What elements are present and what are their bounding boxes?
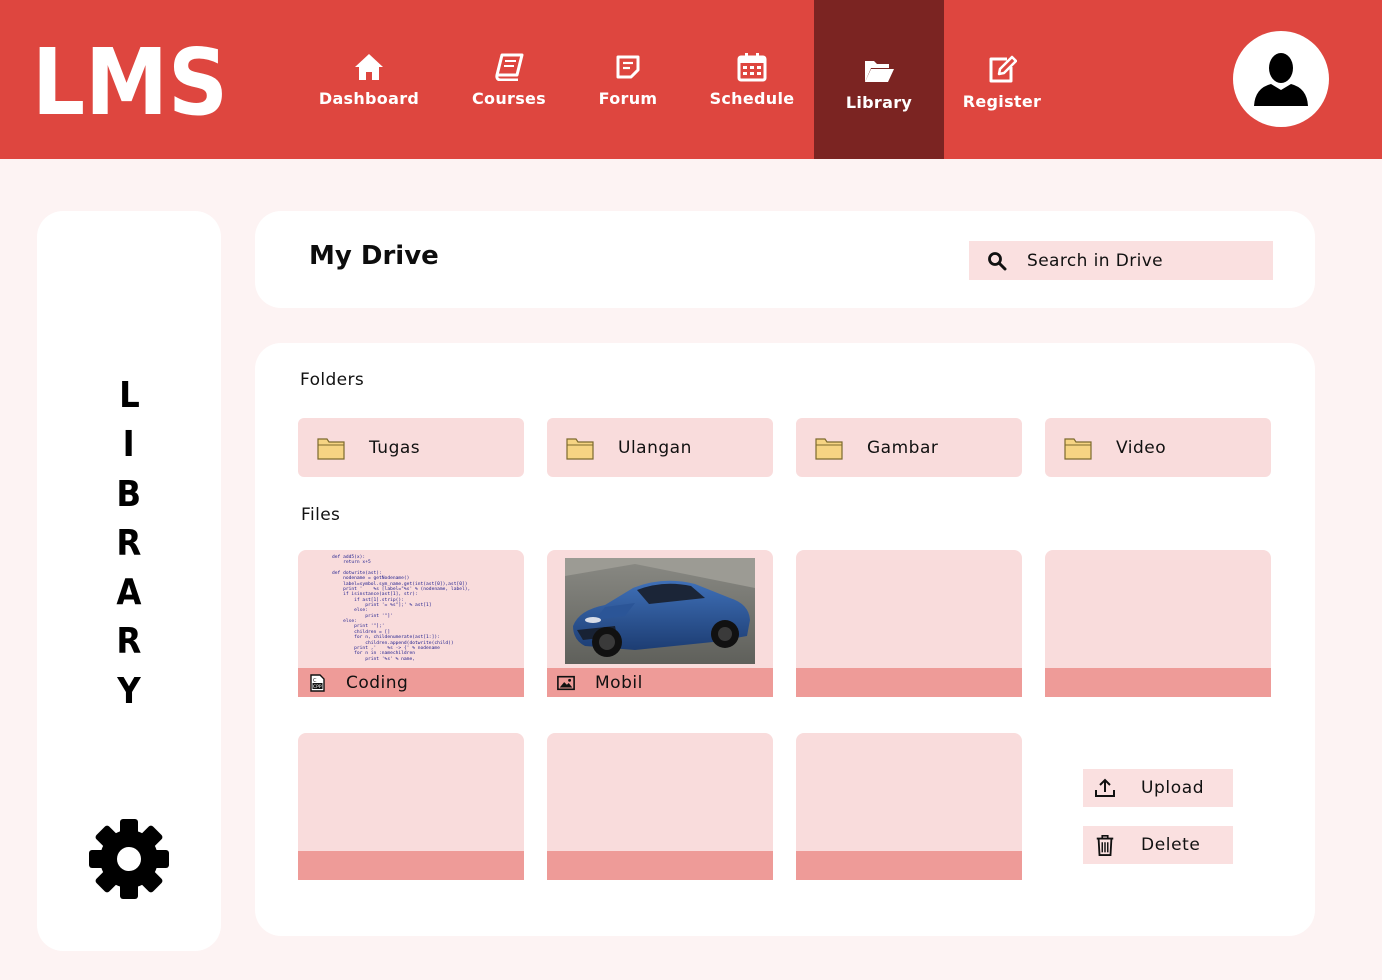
file-card[interactable] — [796, 733, 1022, 880]
edit-icon — [986, 54, 1018, 86]
car-photo-thumbnail — [565, 558, 755, 664]
file-label-bar — [1045, 668, 1271, 697]
search-box[interactable] — [969, 241, 1273, 280]
file-card[interactable]: Mobil — [547, 550, 773, 697]
page-title: My Drive — [309, 241, 439, 271]
calendar-icon — [736, 51, 768, 83]
delete-button[interactable]: Delete — [1083, 826, 1233, 864]
drive-content-card: Folders Tugas Ulangan Gambar Video Files… — [255, 343, 1315, 936]
nav-schedule-label: Schedule — [709, 89, 795, 108]
file-card[interactable] — [1045, 550, 1271, 697]
folder-icon — [1064, 437, 1092, 460]
file-card[interactable] — [547, 733, 773, 880]
title-letter: R — [116, 522, 142, 564]
code-preview-thumbnail: def add5(x): return x+5 def dotwrite(ast… — [332, 555, 471, 662]
user-icon — [1254, 53, 1308, 106]
upload-label: Upload — [1141, 778, 1205, 798]
user-avatar[interactable] — [1233, 31, 1329, 127]
nav-register-label: Register — [962, 92, 1042, 111]
nav-schedule[interactable]: Schedule — [702, 0, 802, 159]
file-label-bar — [796, 668, 1022, 697]
svg-text:CPP: CPP — [313, 684, 322, 690]
nav-dashboard-label: Dashboard — [318, 89, 420, 108]
title-letter: A — [116, 572, 142, 614]
nav-courses-label: Courses — [471, 89, 546, 108]
file-name: Coding — [346, 672, 409, 693]
folder-icon — [317, 437, 345, 460]
file-name: Mobil — [595, 672, 643, 693]
nav-library-label: Library — [845, 93, 913, 112]
folder-name: Video — [1116, 437, 1167, 458]
delete-label: Delete — [1141, 835, 1201, 855]
folder-item[interactable]: Ulangan — [547, 418, 773, 477]
nav-dashboard[interactable]: Dashboard — [314, 0, 424, 159]
folder-item[interactable]: Tugas — [298, 418, 524, 477]
upload-button[interactable]: Upload — [1083, 769, 1233, 807]
search-icon — [988, 251, 1007, 270]
folder-open-icon — [863, 55, 895, 87]
library-side-panel: L I B R A R Y — [37, 211, 221, 951]
title-letter: R — [116, 621, 142, 663]
folder-item[interactable]: Video — [1045, 418, 1271, 477]
title-letter: Y — [117, 670, 141, 712]
title-letter: I — [122, 424, 136, 466]
nav-forum-label: Forum — [598, 89, 658, 108]
files-heading: Files — [301, 505, 341, 525]
folder-name: Tugas — [369, 437, 421, 458]
svg-text:C: C — [313, 678, 317, 684]
folder-name: Ulangan — [618, 437, 692, 458]
nav-courses[interactable]: Courses — [466, 0, 552, 159]
folders-heading: Folders — [300, 370, 365, 390]
note-icon — [612, 51, 644, 83]
nav-forum[interactable]: Forum — [592, 0, 664, 159]
folder-item[interactable]: Gambar — [796, 418, 1022, 477]
search-input[interactable] — [1027, 250, 1247, 271]
file-label-bar: Mobil — [547, 668, 773, 697]
folder-icon — [815, 437, 843, 460]
file-card[interactable]: def add5(x): return x+5 def dotwrite(ast… — [298, 550, 524, 697]
cpp-file-icon: CPPC — [310, 673, 325, 692]
folder-name: Gambar — [867, 437, 939, 458]
nav-register[interactable]: Register — [956, 0, 1048, 159]
folder-icon — [566, 437, 594, 460]
title-letter: L — [118, 375, 140, 416]
svg-text:LMS: LMS — [32, 36, 228, 122]
library-vertical-title: L I B R A R Y — [37, 371, 221, 716]
file-label-bar — [796, 851, 1022, 880]
file-label-bar — [547, 851, 773, 880]
home-icon — [353, 51, 385, 83]
upload-icon — [1095, 778, 1115, 797]
file-card[interactable] — [298, 733, 524, 880]
image-icon — [557, 675, 575, 690]
nav-library[interactable]: Library — [814, 0, 944, 159]
top-navbar: LMS Dashboard Courses Forum Schedule Lib… — [0, 0, 1382, 159]
book-icon — [493, 51, 525, 83]
file-label-bar: CPP C Coding — [298, 668, 524, 697]
drive-header-card: My Drive — [255, 211, 1315, 308]
lms-logo[interactable]: LMS — [32, 36, 232, 122]
file-card[interactable] — [796, 550, 1022, 697]
trash-icon — [1096, 835, 1114, 856]
gear-icon[interactable] — [89, 819, 169, 899]
title-letter: B — [116, 473, 142, 515]
file-label-bar — [298, 851, 524, 880]
